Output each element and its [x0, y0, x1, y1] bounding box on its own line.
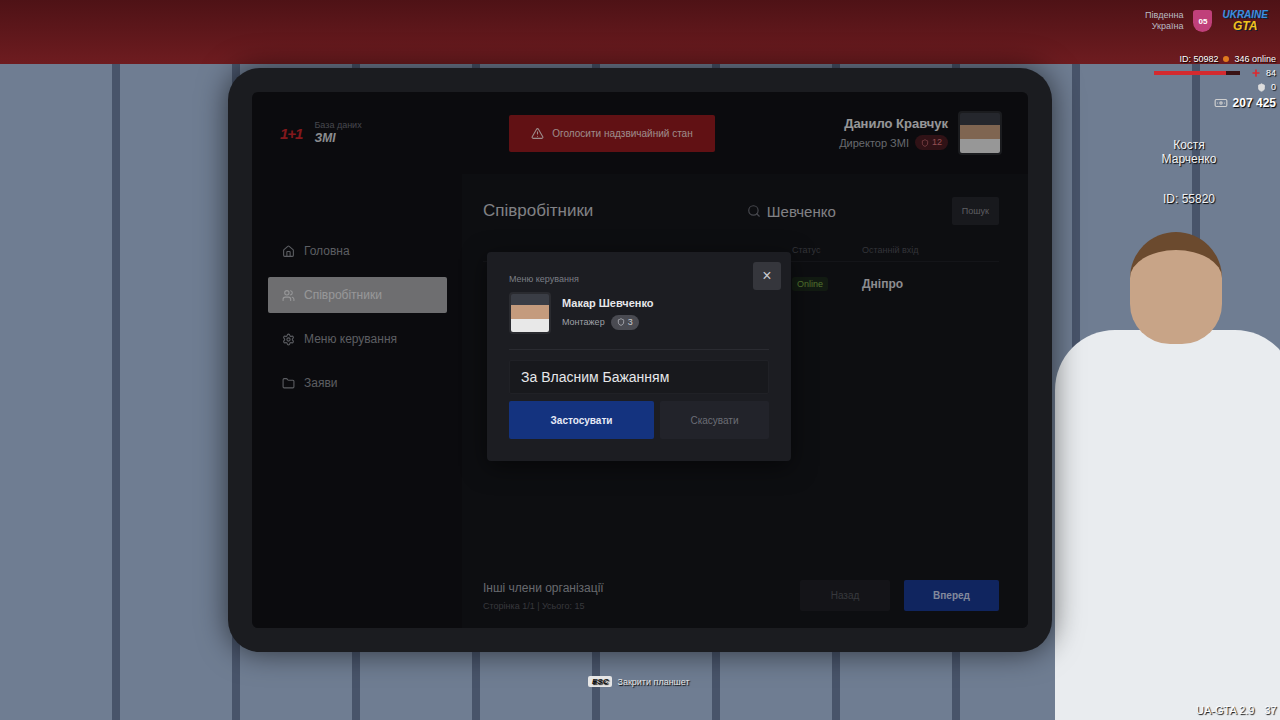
cancel-button[interactable]: Скасувати: [660, 401, 769, 439]
close-hint: ESCЗакрити планшет: [588, 676, 690, 687]
modal-title: Меню керування: [509, 274, 769, 284]
character-head: [1130, 232, 1222, 344]
employee-role: Монтажер3: [562, 315, 654, 330]
money-row: 207 425: [1214, 96, 1276, 110]
character-figure: [1055, 330, 1280, 720]
employee-text: Макар ШевченкоМонтажер3: [562, 297, 654, 330]
game-logo: UKRAINEGTA: [1222, 10, 1268, 32]
money-icon: [1214, 96, 1228, 110]
player-id: ID: 55820: [1129, 192, 1249, 206]
server-badge: 05: [1193, 10, 1212, 32]
tablet: 1+1База данихЗМІОголосити надзвичайний с…: [228, 68, 1052, 652]
manage-modal: ×Меню керування Макар ШевченкоМонтажер3 За…: [487, 252, 791, 461]
apply-button[interactable]: Застосувати: [509, 401, 654, 439]
player-name: КостяМарченко: [1129, 138, 1249, 166]
armor-row: 0: [1257, 82, 1276, 92]
esc-key: ESC: [588, 676, 612, 687]
server-header: ПівденнаУкраїна 05 UKRAINEGTA: [1145, 10, 1268, 32]
health-row: 84: [1154, 68, 1276, 78]
server-name: ПівденнаУкраїна: [1145, 10, 1183, 32]
reason-input[interactable]: [509, 360, 769, 394]
tablet-screen: 1+1База данихЗМІОголосити надзвичайний с…: [252, 92, 1028, 628]
online-dot: [1223, 56, 1229, 62]
shield-icon: [617, 318, 625, 326]
health-bar: [1154, 71, 1240, 75]
hud-stats: ID: 50982346 online 84 0 207 425: [1154, 54, 1276, 110]
rank-badge: 3: [611, 315, 639, 330]
game-scene: 1+1База данихЗМІОголосити надзвичайний с…: [0, 0, 1280, 720]
armor-icon: [1257, 83, 1266, 92]
close-button[interactable]: ×: [753, 262, 781, 290]
id-row: ID: 50982346 online: [1179, 54, 1276, 64]
health-icon: [1251, 68, 1261, 78]
version-label: UA-GTA 2.937: [1196, 704, 1277, 716]
employee-avatar: [509, 292, 551, 334]
employee-card: Макар ШевченкоМонтажер3: [509, 292, 769, 350]
modal-buttons: ЗастосуватиСкасувати: [509, 401, 769, 439]
